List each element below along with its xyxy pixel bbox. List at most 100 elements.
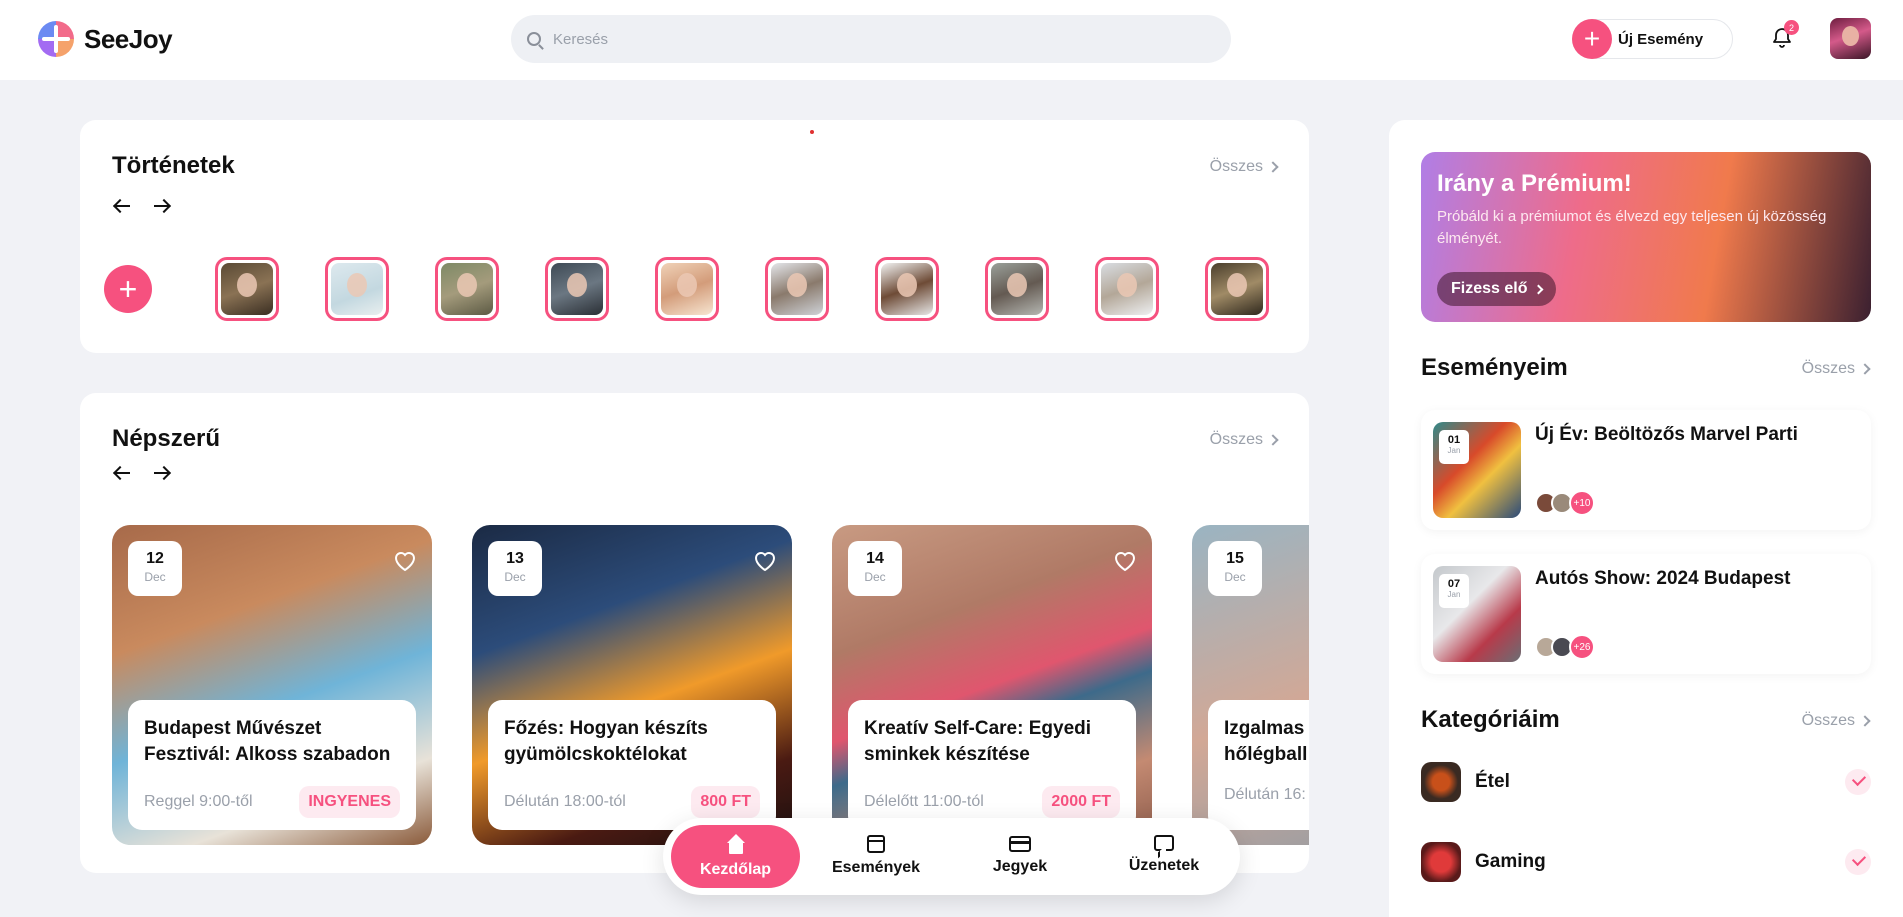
event-info: Kreatív Self-Care: Egyedi sminkek készít… xyxy=(848,700,1136,830)
logo-icon xyxy=(38,21,74,57)
check-icon[interactable] xyxy=(1845,769,1871,795)
event-date: 15 Dec xyxy=(1208,541,1262,596)
event-time: Reggel 9:00-től xyxy=(144,793,253,810)
event-card[interactable]: 12 Dec Budapest Művészet Fesztivál: Alko… xyxy=(112,525,432,845)
event-day: 12 xyxy=(146,550,164,567)
story-item[interactable] xyxy=(985,257,1049,321)
nav-tickets[interactable]: Jegyek xyxy=(955,825,1085,888)
arrow-left-icon[interactable] xyxy=(112,196,132,216)
my-events-title: Eseményeim xyxy=(1421,354,1568,381)
event-date: 12 Dec xyxy=(128,541,182,596)
event-thumbnail: 07 Jan xyxy=(1433,566,1521,662)
event-title: Budapest Művészet Fesztivál: Alkoss szab… xyxy=(144,718,391,765)
category-item-gaming[interactable]: Gaming xyxy=(1421,840,1871,884)
gaming-category-icon xyxy=(1421,842,1461,882)
event-info: Főzés: Hogyan készíts gyümölcskoktélokat… xyxy=(488,700,776,830)
user-avatar[interactable] xyxy=(1830,18,1871,59)
new-event-label: Új Esemény xyxy=(1618,30,1704,48)
event-thumbnail: 01 Jan xyxy=(1433,422,1521,518)
my-events-see-all-label: Összes xyxy=(1801,360,1855,377)
search-bar[interactable] xyxy=(511,15,1231,63)
heart-icon xyxy=(754,552,776,572)
event-time: Délután 18:00-tól xyxy=(504,793,626,810)
my-event-card[interactable]: 01 Jan Új Év: Beöltözős Marvel Parti +10 xyxy=(1421,410,1871,530)
my-event-card[interactable]: 07 Jan Autós Show: 2024 Budapest +26 xyxy=(1421,554,1871,674)
calendar-icon xyxy=(867,835,885,853)
categories-see-all-label: Összes xyxy=(1801,712,1855,729)
story-item[interactable] xyxy=(875,257,939,321)
event-day: 14 xyxy=(866,550,884,567)
my-event-title: Autós Show: 2024 Budapest xyxy=(1535,568,1791,589)
premium-banner: Irány a Prémium! Próbáld ki a prémiumot … xyxy=(1421,152,1871,322)
notifications-button[interactable]: 2 xyxy=(1770,20,1799,50)
event-month: Dec xyxy=(144,570,166,584)
categories-title: Kategóriáim xyxy=(1421,706,1560,733)
event-month: Dec xyxy=(864,570,886,584)
right-sidebar: Irány a Prémium! Próbáld ki a prémiumot … xyxy=(1389,120,1903,917)
indicator-dot xyxy=(810,130,814,134)
popular-see-all-link[interactable]: Összes xyxy=(1210,431,1279,449)
add-story-button[interactable]: + xyxy=(104,265,152,313)
subscribe-button[interactable]: Fizess elő xyxy=(1437,272,1557,306)
new-event-button[interactable]: + Új Esemény xyxy=(1572,19,1733,59)
story-item[interactable] xyxy=(215,257,279,321)
arrow-right-icon[interactable] xyxy=(152,463,172,483)
event-price: INGYENES xyxy=(299,786,400,818)
attendee-more-badge: +26 xyxy=(1569,634,1595,660)
story-item[interactable] xyxy=(435,257,499,321)
arrow-left-icon[interactable] xyxy=(112,463,132,483)
check-icon[interactable] xyxy=(1845,849,1871,875)
nav-events-label: Események xyxy=(831,859,921,876)
event-time: Délután 16: xyxy=(1224,786,1306,803)
favorite-button[interactable] xyxy=(1112,549,1138,573)
story-item[interactable] xyxy=(325,257,389,321)
nav-home[interactable]: Kezdőlap xyxy=(671,825,800,888)
event-month: Jan xyxy=(1447,446,1461,455)
favorite-button[interactable] xyxy=(392,549,418,573)
chevron-right-icon xyxy=(1267,434,1279,446)
search-input[interactable] xyxy=(553,30,1193,48)
story-item[interactable] xyxy=(765,257,829,321)
heart-icon xyxy=(1114,552,1136,572)
chevron-right-icon xyxy=(1534,284,1544,294)
nav-home-label: Kezdőlap xyxy=(699,861,772,878)
premium-title: Irány a Prémium! xyxy=(1437,170,1632,197)
popular-section: Népszerű Összes 12 Dec Budapest Művészet… xyxy=(80,393,1309,873)
event-day: 15 xyxy=(1226,550,1244,567)
event-day: 07 xyxy=(1447,578,1461,590)
notification-badge: 2 xyxy=(1784,20,1799,35)
search-icon xyxy=(527,32,541,46)
event-date: 07 Jan xyxy=(1439,574,1469,608)
nav-messages-label: Üzenetek xyxy=(1128,857,1200,874)
ticket-card-icon xyxy=(1009,836,1031,852)
event-time: Délelőtt 11:00-tól xyxy=(864,793,984,810)
logo[interactable]: SeeJoy xyxy=(38,21,173,57)
stories-arrows xyxy=(112,196,172,216)
event-month: Dec xyxy=(1224,570,1246,584)
event-card[interactable]: 14 Dec Kreatív Self-Care: Egyedi sminkek… xyxy=(832,525,1152,845)
event-title: Izgalmas hőlégball xyxy=(1224,718,1308,765)
nav-events[interactable]: Események xyxy=(811,825,941,888)
stories-title: Történetek xyxy=(112,152,235,179)
category-item-food[interactable]: Étel xyxy=(1421,760,1871,804)
story-item[interactable] xyxy=(545,257,609,321)
popular-arrows xyxy=(112,463,172,483)
stories-see-all-link[interactable]: Összes xyxy=(1210,158,1279,176)
event-date: 14 Dec xyxy=(848,541,902,596)
my-events-see-all-link[interactable]: Összes xyxy=(1801,360,1871,378)
event-card[interactable]: 15 Dec Izgalmas hőlégball Délután 16: xyxy=(1192,525,1309,845)
story-item[interactable] xyxy=(1205,257,1269,321)
plus-icon: + xyxy=(1572,19,1612,59)
event-day: 01 xyxy=(1447,434,1461,446)
arrow-right-icon[interactable] xyxy=(152,196,172,216)
event-card[interactable]: 13 Dec Főzés: Hogyan készíts gyümölcskok… xyxy=(472,525,792,845)
story-item[interactable] xyxy=(1095,257,1159,321)
top-header: SeeJoy + Új Esemény 2 xyxy=(0,0,1903,80)
event-day: 13 xyxy=(506,550,524,567)
story-item[interactable] xyxy=(655,257,719,321)
event-info: Budapest Művészet Fesztivál: Alkoss szab… xyxy=(128,700,416,830)
favorite-button[interactable] xyxy=(752,549,778,573)
categories-see-all-link[interactable]: Összes xyxy=(1801,712,1871,730)
category-label: Étel xyxy=(1475,771,1510,792)
nav-messages[interactable]: Üzenetek xyxy=(1099,825,1229,888)
